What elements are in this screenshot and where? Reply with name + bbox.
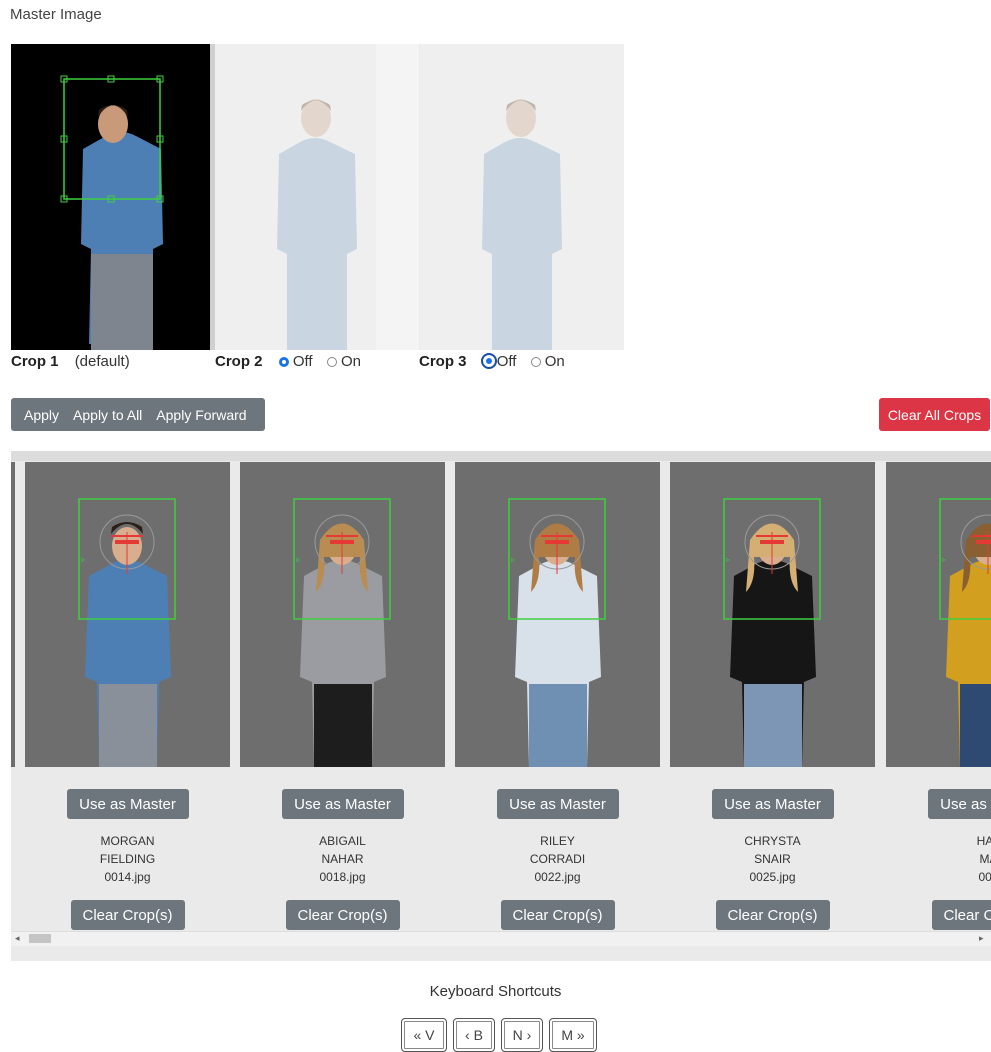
student-info: CHRYSTA SNAIR 0025.jpg	[670, 832, 875, 886]
student-info: RILEY CORRADI 0022.jpg	[455, 832, 660, 886]
apply-toolbar: Apply Apply to All Apply Forward	[11, 398, 265, 431]
student-first-name: RILEY	[455, 832, 660, 850]
svg-text:▹: ▹	[81, 555, 85, 564]
shortcut-next-key[interactable]: N ›	[501, 1018, 543, 1052]
crop-1-label-group: Crop 1 (default)	[11, 353, 130, 370]
student-photo[interactable]: ▹	[670, 462, 875, 767]
crop-3-off-text: Off	[497, 353, 517, 370]
clear-all-crops-button[interactable]: Clear All Crops	[879, 398, 990, 431]
clear-crops-button[interactable]: Clear Crop(s)	[71, 900, 185, 930]
student-last-name: FIELDING	[25, 850, 230, 868]
crop-3-off-radio[interactable]	[481, 353, 497, 369]
student-first-name: CHRYSTA	[670, 832, 875, 850]
crop-3-off-option[interactable]: Off	[481, 353, 517, 370]
crop-2-off-text: Off	[293, 353, 313, 370]
student-photo-image: ▹	[455, 462, 660, 767]
student-photo-image: ▹	[240, 462, 445, 767]
student-file-name: 0022.jpg	[455, 868, 660, 886]
keyboard-shortcuts-title: Keyboard Shortcuts	[0, 983, 991, 1000]
student-first-name: ABIGAIL	[240, 832, 445, 850]
shortcut-back-key[interactable]: ‹ B	[453, 1018, 495, 1052]
crop-2-on-radio[interactable]	[327, 357, 337, 367]
student-info: HAY MA 003	[886, 832, 991, 886]
use-as-master-button[interactable]: Use as Master	[712, 789, 834, 819]
scrollbar-thumb[interactable]	[29, 934, 51, 943]
horizontal-scrollbar[interactable]: ◂ ▸	[11, 931, 991, 946]
use-as-master-button[interactable]: Use as Master	[497, 789, 619, 819]
crop-3-preview[interactable]	[420, 44, 624, 350]
crop-3-on-option[interactable]: On	[531, 353, 565, 370]
crop-2-label-group: Crop 2 Off On	[215, 353, 361, 370]
student-photo[interactable]: ▹	[455, 462, 660, 767]
crop-3-on-radio[interactable]	[531, 357, 541, 367]
svg-text:▹: ▹	[296, 555, 300, 564]
apply-to-all-button[interactable]: Apply to All	[66, 407, 149, 423]
master-image-label: Master Image	[10, 6, 102, 23]
student-last-name: NAHAR	[240, 850, 445, 868]
apply-forward-button[interactable]: Apply Forward	[149, 407, 253, 423]
student-first-name: HAY	[886, 832, 991, 850]
crop-3-on-text: On	[545, 353, 565, 370]
svg-text:▹: ▹	[726, 555, 730, 564]
student-file-name: 0014.jpg	[25, 868, 230, 886]
clear-crops-button[interactable]: Clear Crop(s)	[501, 900, 615, 930]
scroll-right-arrow-icon[interactable]: ▸	[979, 933, 984, 944]
student-file-name: 0025.jpg	[670, 868, 875, 886]
svg-text:▹: ▹	[511, 555, 515, 564]
student-file-name: 0018.jpg	[240, 868, 445, 886]
crop-2-off-option[interactable]: Off	[279, 353, 313, 370]
clear-crops-button[interactable]: Clear Crop(s)	[716, 900, 830, 930]
crop-2-ghost-photo	[215, 44, 419, 350]
student-photo[interactable]: ▹	[886, 462, 991, 767]
previous-card-edge	[11, 462, 15, 767]
crop-1-preview[interactable]	[11, 44, 210, 350]
shortcut-first-key[interactable]: « V	[401, 1018, 447, 1052]
use-as-master-button[interactable]: Use as Master	[928, 789, 991, 819]
crop-2-off-radio[interactable]	[279, 357, 289, 367]
shortcut-last-key[interactable]: M »	[549, 1018, 597, 1052]
use-as-master-button[interactable]: Use as Master	[67, 789, 189, 819]
student-info: MORGAN FIELDING 0014.jpg	[25, 832, 230, 886]
student-last-name: SNAIR	[670, 850, 875, 868]
clear-crops-button[interactable]: Clear Crop(s)	[932, 900, 991, 930]
student-last-name: CORRADI	[455, 850, 660, 868]
crop-2-on-text: On	[341, 353, 361, 370]
svg-text:▹: ▹	[942, 555, 946, 564]
crop-1-note: (default)	[75, 353, 130, 370]
crop-2-preview[interactable]	[215, 44, 419, 350]
crop-1-title: Crop 1	[11, 353, 59, 370]
photo-gallery[interactable]: ▹ Use as Master MORGAN FIELDING 0014.jpg…	[11, 451, 991, 961]
scroll-left-arrow-icon[interactable]: ◂	[15, 933, 20, 944]
student-first-name: MORGAN	[25, 832, 230, 850]
crop-3-title: Crop 3	[419, 353, 467, 370]
gallery-top-border	[11, 451, 991, 461]
student-photo-image: ▹	[670, 462, 875, 767]
crop-3-ghost-photo	[420, 44, 624, 350]
student-photo-image: ▹	[25, 462, 230, 767]
student-file-name: 003	[886, 868, 991, 886]
clear-crops-button[interactable]: Clear Crop(s)	[286, 900, 400, 930]
apply-button[interactable]: Apply	[17, 407, 66, 423]
master-image-strip	[11, 44, 624, 350]
master-photo	[11, 44, 210, 350]
student-last-name: MA	[886, 850, 991, 868]
student-info: ABIGAIL NAHAR 0018.jpg	[240, 832, 445, 886]
student-photo[interactable]: ▹	[25, 462, 230, 767]
use-as-master-button[interactable]: Use as Master	[282, 789, 404, 819]
student-photo-image: ▹	[886, 462, 991, 767]
crop-2-on-option[interactable]: On	[327, 353, 361, 370]
crop-2-title: Crop 2	[215, 353, 263, 370]
crop-3-label-group: Crop 3 Off On	[419, 353, 565, 370]
student-photo[interactable]: ▹	[240, 462, 445, 767]
